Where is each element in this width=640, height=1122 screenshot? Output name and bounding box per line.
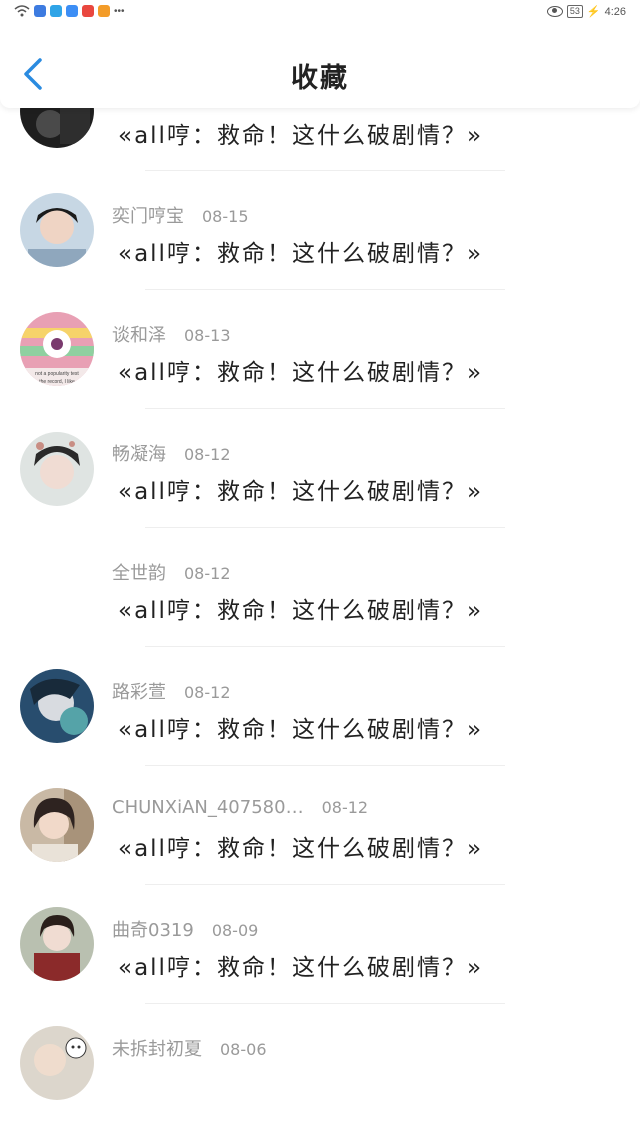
post-title[interactable]: «all哼：救命！这什么破剧情？» [118,234,483,268]
author-name: 谈和泽 08-13 [112,325,231,346]
video-app-icon [98,5,110,17]
avatar[interactable] [20,1026,94,1100]
post-title[interactable]: «all哼：救命！这什么破剧情？» [118,116,483,150]
page-title: 收藏 [291,63,349,94]
avatar[interactable] [20,193,94,267]
svg-text:the record, I like: the record, I like [39,379,75,385]
avatar[interactable] [20,907,94,981]
author-name: 奕门哼宝 08-15 [112,206,249,227]
more-notifications-icon: ••• [114,5,125,17]
status-icons-left: ••• [14,5,125,17]
gamepad-app-icon [34,5,46,17]
author-name: CHUNXiAN_407580… 08-12 [112,797,369,818]
cloud-app-icon [66,5,78,17]
author-name: 路彩萱 08-12 [112,682,231,703]
avatar[interactable] [20,669,94,743]
avatar[interactable] [20,788,94,862]
clock: 4:26 [604,5,626,18]
list-item[interactable]: CHUNXiAN_407580… 08-12 «all哼：救命！这什么破剧情？» [0,765,640,885]
list-item[interactable]: 曲奇0319 08-09 «all哼：救命！这什么破剧情？» [0,884,640,1004]
author-name: 曲奇0319 08-09 [112,920,259,941]
post-title[interactable]: «all哼：救命！这什么破剧情？» [118,948,483,982]
status-bar: ••• 53 ⚡ 4:26 [0,0,640,26]
status-icons-right: 53 ⚡ 4:26 [546,5,626,18]
post-title[interactable]: «all哼：救命！这什么破剧情？» [118,710,483,744]
author-name: 全世韵 08-12 [112,563,231,584]
list-item[interactable]: 未拆封初夏 08-06 [0,1003,640,1122]
avatar[interactable] [20,432,94,506]
post-title[interactable]: «all哼：救命！这什么破剧情？» [118,353,483,387]
battery-indicator: 53 [566,5,583,18]
list-item[interactable]: not a popularity test the record, I like … [0,289,640,409]
post-title[interactable]: «all哼：救命！这什么破剧情？» [118,591,483,625]
post-title[interactable]: «all哼：救命！这什么破剧情？» [118,829,483,863]
post-title[interactable]: «all哼：救命！这什么破剧情？» [118,472,483,506]
list-item[interactable]: 奕门哼宝 08-15 «all哼：救命！这什么破剧情？» [0,170,640,290]
eye-icon [546,6,563,17]
notes-app-icon [82,5,94,17]
avatar[interactable]: not a popularity test the record, I like [20,312,94,386]
author-name: 未拆封初夏 08-06 [112,1039,267,1060]
wifi-icon [14,5,30,17]
list-item[interactable]: 畅凝海 08-12 «all哼：救命！这什么破剧情？» [0,408,640,528]
list-item[interactable]: 全世韵 08-12 «all哼：救命！这什么破剧情？» [0,527,640,647]
author-name: 畅凝海 08-12 [112,444,231,465]
app-header: 收藏 [0,26,640,108]
charging-icon: ⚡ [586,6,601,18]
list-item[interactable]: 路彩萱 08-12 «all哼：救命！这什么破剧情？» [0,646,640,766]
music-app-icon [50,5,62,17]
svg-text:not a popularity test: not a popularity test [35,371,79,377]
